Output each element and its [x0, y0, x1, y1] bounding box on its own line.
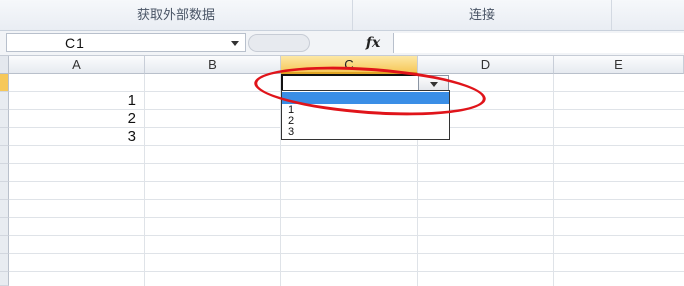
- ribbon-group-labels: 获取外部数据 连接: [0, 0, 684, 31]
- name-box[interactable]: C1: [6, 33, 246, 52]
- dropdown-option[interactable]: 3: [282, 126, 449, 138]
- gridline: [9, 181, 684, 182]
- gridline: [9, 253, 684, 254]
- row-header[interactable]: [0, 128, 9, 146]
- column-header-a[interactable]: A: [9, 56, 145, 74]
- row-header[interactable]: [0, 218, 9, 236]
- row-header[interactable]: [0, 182, 9, 200]
- formula-bar-toggle[interactable]: [248, 34, 310, 52]
- gridline: [553, 74, 554, 286]
- row-header[interactable]: [0, 164, 9, 182]
- gridline: [9, 199, 684, 200]
- column-header-e[interactable]: E: [554, 56, 684, 74]
- gridline: [9, 271, 684, 272]
- select-all-corner[interactable]: [0, 56, 9, 74]
- row-header[interactable]: [0, 272, 9, 286]
- chevron-down-icon[interactable]: [231, 41, 239, 46]
- row-header[interactable]: [0, 146, 9, 164]
- gridline: [9, 163, 684, 164]
- row-header[interactable]: [0, 92, 9, 110]
- ribbon-group-get-external-data[interactable]: 获取外部数据: [0, 0, 353, 30]
- column-header-d[interactable]: D: [418, 56, 554, 74]
- row-header[interactable]: [0, 200, 9, 218]
- name-box-value: C1: [65, 35, 85, 51]
- column-header-b[interactable]: B: [145, 56, 281, 74]
- formula-bar: C1 fx: [0, 31, 684, 56]
- cell-a2[interactable]: 1: [9, 92, 136, 110]
- row-header[interactable]: [0, 236, 9, 254]
- row-header[interactable]: [0, 74, 9, 92]
- ribbon-group-connections[interactable]: 连接: [353, 0, 612, 30]
- formula-input[interactable]: [393, 33, 684, 53]
- cell-a4[interactable]: 3: [9, 128, 136, 146]
- gridline: [9, 217, 684, 218]
- gridline: [144, 74, 145, 286]
- cell-a3[interactable]: 2: [9, 110, 136, 128]
- insert-function-icon[interactable]: fx: [356, 34, 390, 52]
- gridline: [9, 235, 684, 236]
- row-header[interactable]: [0, 110, 9, 128]
- row-header[interactable]: [0, 254, 9, 272]
